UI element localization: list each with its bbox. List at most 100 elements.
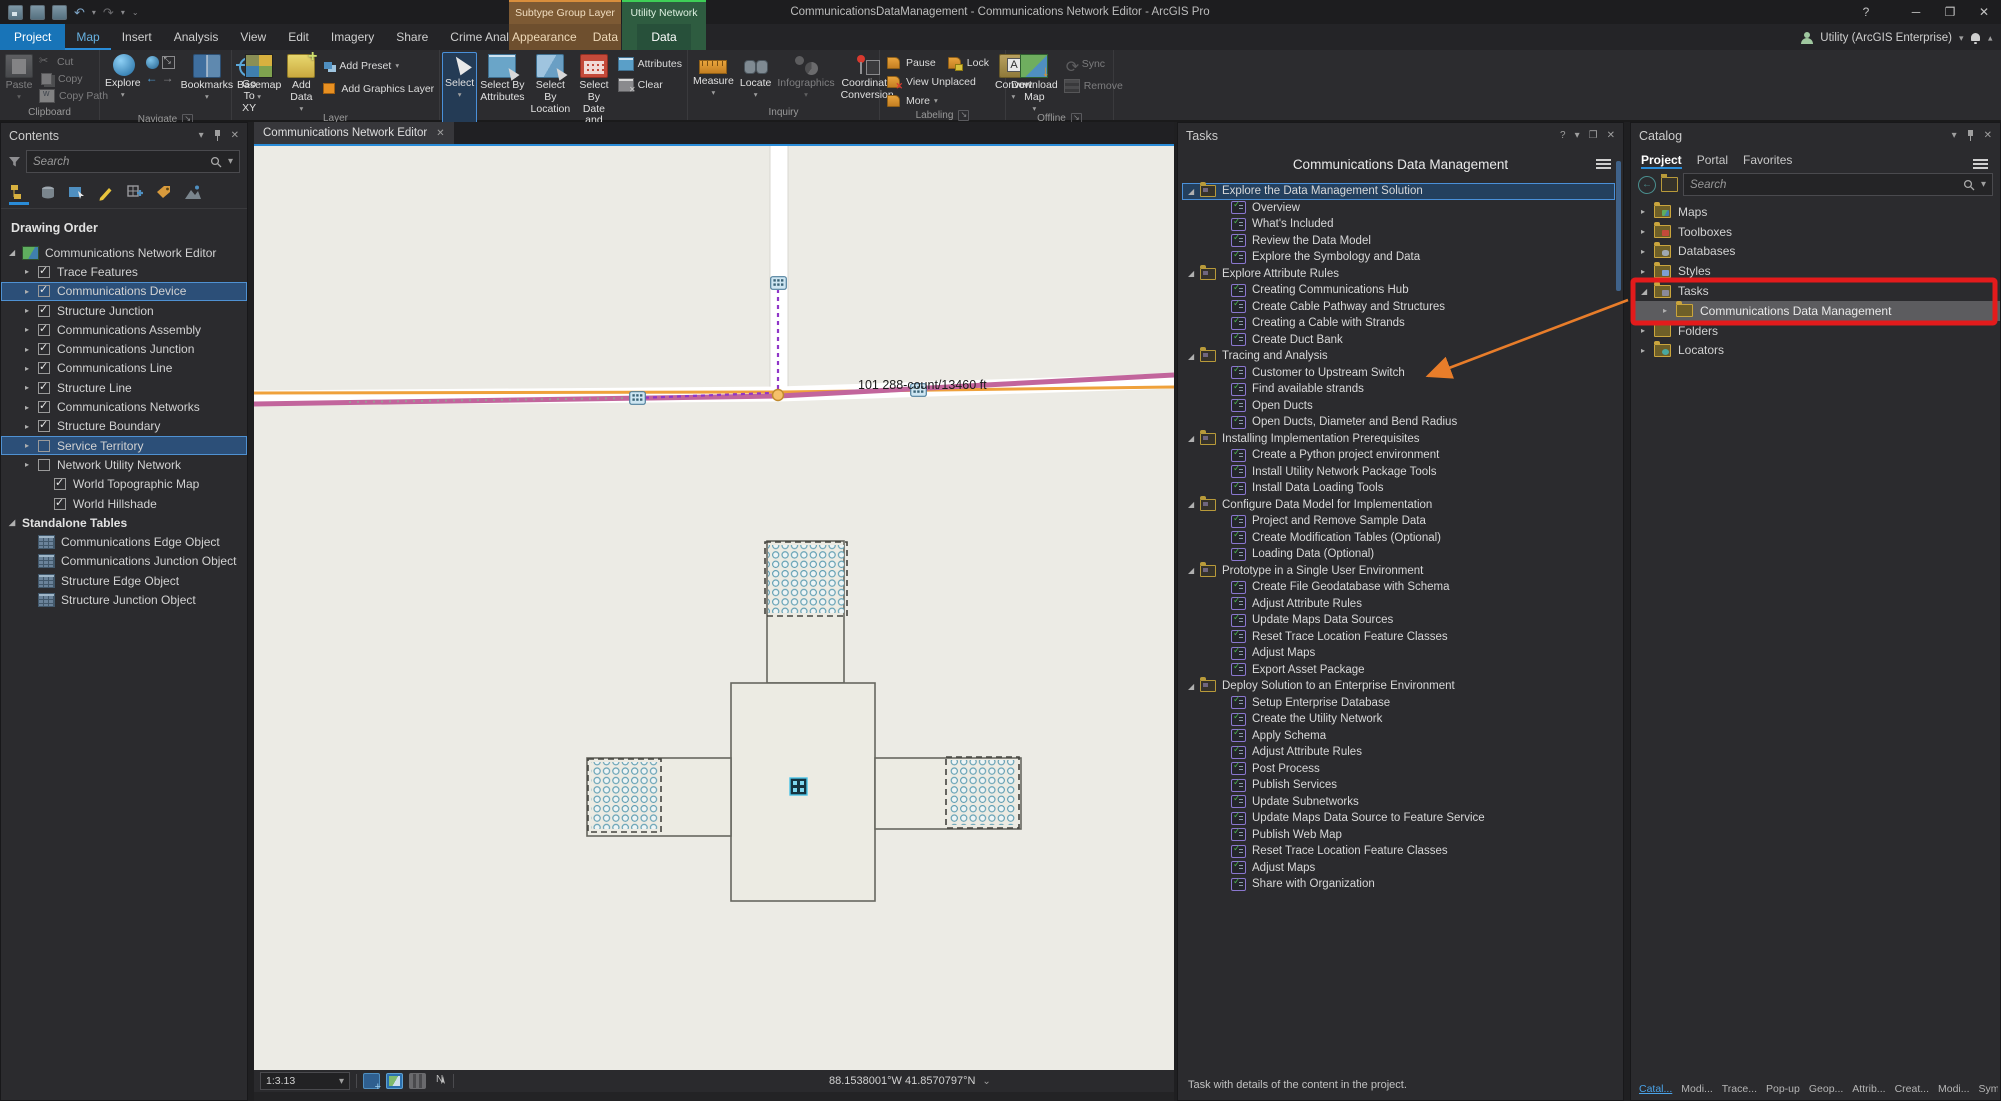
catalog-tab[interactable]: Portal [1697, 153, 1728, 167]
task-row[interactable]: Create Cable Pathway and Structures [1182, 298, 1615, 316]
task-row[interactable]: Install Utility Network Package Tools [1182, 463, 1615, 481]
task-row[interactable]: Create File Geodatabase with Schema [1182, 579, 1615, 596]
tab-utility-data[interactable]: Data [637, 24, 691, 50]
task-row[interactable]: Export Asset Package [1182, 661, 1615, 679]
notifications-icon[interactable] [1970, 32, 1981, 44]
task-row[interactable]: Creating Communications Hub [1182, 282, 1615, 299]
task-row[interactable]: Tracing and Analysis [1182, 347, 1615, 365]
save-icon[interactable] [8, 4, 23, 20]
docked-panel-tab[interactable]: Catal... [1639, 1083, 1672, 1095]
close-icon[interactable]: ✕ [1984, 130, 1992, 141]
layer-visibility-checkbox[interactable] [38, 341, 50, 356]
layer-row[interactable]: Service Territory [1, 435, 247, 456]
docked-panel-tab[interactable]: Modi... [1938, 1083, 1970, 1095]
expander-icon[interactable] [25, 460, 38, 469]
full-extent-icon[interactable] [145, 56, 159, 69]
lock-labels-button[interactable]: Lock [946, 55, 989, 71]
ribbon-tab[interactable]: Imagery [320, 24, 385, 50]
redo-dropdown[interactable]: ▾ [121, 8, 125, 17]
layer-row[interactable]: Structure Junction [1, 301, 247, 320]
pin-icon[interactable] [213, 130, 222, 141]
copy-button[interactable]: Copy [39, 71, 108, 86]
expander-icon[interactable] [25, 383, 38, 392]
task-row[interactable]: Creating a Cable with Strands [1182, 315, 1615, 332]
infographics-button[interactable]: Infographics ▾ [774, 52, 837, 105]
task-row[interactable]: Loading Data (Optional) [1182, 546, 1615, 563]
catalog-tab[interactable]: Project [1641, 153, 1682, 167]
layer-visibility-checkbox[interactable] [54, 496, 66, 510]
measure-button[interactable]: Measure ▾ [690, 52, 737, 105]
layer-visibility-checkbox[interactable] [38, 380, 50, 394]
layer-row[interactable]: Structure Boundary [1, 417, 247, 436]
layer-row[interactable]: Structure Line [1, 378, 247, 397]
account-area[interactable]: Utility (ArcGIS Enterprise) ▾ ▾ [1800, 26, 1993, 50]
layer-visibility-checkbox[interactable] [38, 418, 50, 433]
expander-icon[interactable] [1188, 352, 1200, 361]
list-by-editing-icon[interactable] [96, 184, 116, 202]
task-row[interactable]: Setup Enterprise Database [1182, 694, 1615, 712]
layer-row[interactable]: Standalone Tables [1, 513, 247, 532]
docked-panel-tab[interactable]: Attrib... [1852, 1083, 1885, 1095]
map-canvas[interactable]: 101 288-count/13460 ft [254, 146, 1174, 1070]
attributes-button[interactable]: Attributes [617, 56, 682, 71]
catalog-search-input[interactable]: Search ▾ [1683, 173, 1993, 196]
docked-panel-tab[interactable]: Pop-up [1766, 1083, 1800, 1095]
tab-appearance[interactable]: Appearance [504, 24, 585, 50]
add-graphics-layer-button[interactable]: Add Graphics Layer [321, 81, 434, 96]
filter-icon[interactable] [8, 155, 21, 168]
cut-button[interactable]: Cut [39, 54, 108, 69]
layer-row[interactable]: Communications Assembly [1, 320, 247, 339]
add-data-button[interactable]: Add Data▾ [284, 48, 318, 113]
task-row[interactable]: Installing Implementation Prerequisites [1182, 429, 1615, 448]
task-row[interactable]: Create Duct Bank [1182, 331, 1615, 349]
catalog-item[interactable]: Databases [1631, 241, 2000, 262]
task-row[interactable]: Review the Data Model [1182, 232, 1615, 250]
catalog-tab[interactable]: Favorites [1743, 153, 1792, 167]
task-row[interactable]: Adjust Attribute Rules [1182, 744, 1615, 761]
layer-row[interactable]: Communications Junction Object [1, 552, 247, 571]
layer-row[interactable]: World Hillshade [1, 494, 247, 513]
expander-icon[interactable] [1188, 500, 1200, 509]
catalog-item[interactable]: Communications Data Management [1631, 300, 2000, 321]
expander-icon[interactable] [25, 325, 38, 334]
layer-visibility-checkbox[interactable] [38, 283, 50, 298]
tab-map[interactable]: Map [65, 24, 110, 50]
task-row[interactable]: Open Ducts [1182, 397, 1615, 415]
expander-icon[interactable] [1188, 434, 1200, 443]
layer-visibility-checkbox[interactable] [38, 458, 50, 471]
expander-icon[interactable] [1641, 346, 1654, 355]
layer-row[interactable]: Communications Networks [1, 397, 247, 416]
bookmarks-button[interactable]: Bookmarks ▾ [178, 52, 237, 114]
ribbon-tab[interactable]: Analysis [163, 24, 230, 50]
expander-icon[interactable] [1641, 287, 1654, 296]
minimize-button[interactable]: ─ [1899, 0, 1933, 24]
catalog-menu-icon[interactable] [1973, 159, 1988, 161]
task-row[interactable]: Deploy Solution to an Enterprise Environ… [1182, 677, 1615, 695]
grid-icon[interactable] [409, 1073, 426, 1089]
task-row[interactable]: Share with Organization [1182, 876, 1615, 893]
layer-row[interactable]: Communications Line [1, 359, 247, 378]
task-row[interactable]: Update Maps Data Source to Feature Servi… [1182, 810, 1615, 827]
list-by-data-source-icon[interactable] [38, 184, 58, 202]
tab-project[interactable]: Project [0, 24, 66, 50]
ribbon-tab[interactable]: Insert [111, 24, 163, 50]
expander-icon[interactable] [25, 345, 38, 354]
catalog-item[interactable]: Locators [1631, 340, 2000, 361]
expander-icon[interactable] [25, 306, 38, 315]
layer-visibility-checkbox[interactable] [38, 439, 50, 452]
coordinate-readout[interactable]: 88.1538001°W 41.8570797°N ⌄ [829, 1075, 991, 1087]
layer-row[interactable]: Network Utility Network [1, 455, 247, 474]
copy-path-button[interactable]: Copy Path [39, 88, 108, 103]
catalog-item[interactable]: Tasks [1631, 281, 2000, 301]
undo-dropdown[interactable]: ▾ [92, 8, 96, 17]
expander-icon[interactable] [1663, 306, 1676, 315]
task-row[interactable]: Overview [1182, 199, 1615, 217]
pause-labeling-button[interactable]: Pause [885, 55, 936, 70]
contents-search-input[interactable]: Search ▾ [26, 150, 240, 173]
task-row[interactable]: Publish Services [1182, 777, 1615, 794]
task-row[interactable]: Explore the Data Management Solution [1182, 182, 1615, 200]
layer-row[interactable]: Structure Edge Object [1, 571, 247, 590]
expander-icon[interactable] [1188, 682, 1200, 691]
layer-visibility-checkbox[interactable] [38, 360, 50, 375]
project-icon[interactable] [30, 4, 45, 20]
